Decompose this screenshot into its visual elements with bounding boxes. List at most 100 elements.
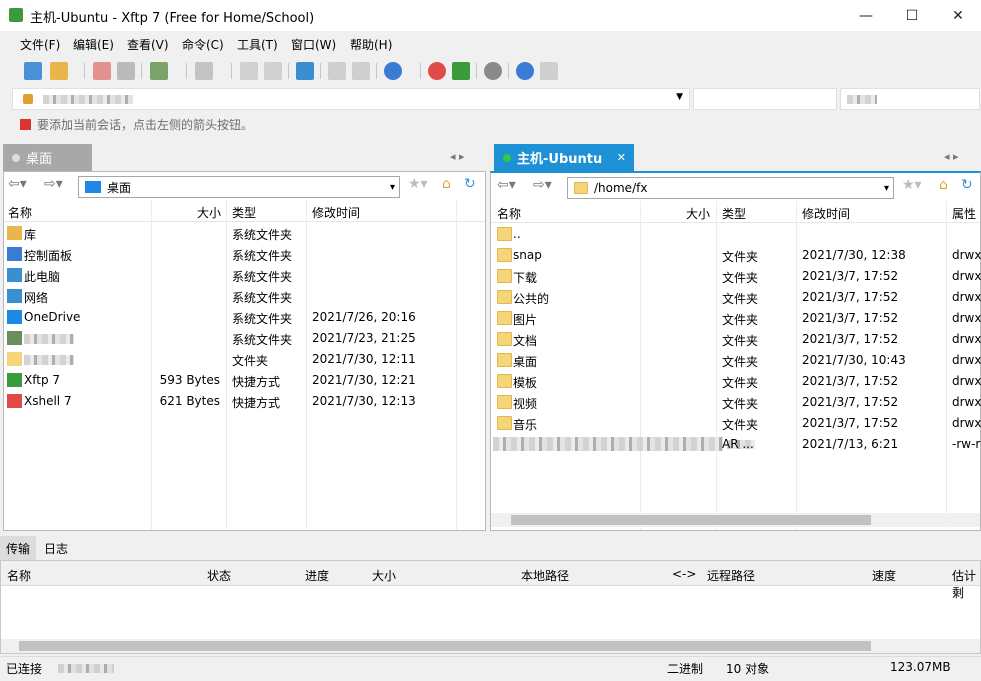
table-row[interactable]: 桌面 文件夹 2021/7/30, 10:43 drwx [491,350,981,371]
col-name[interactable]: 名称 [7,567,31,584]
scroll-thumb[interactable] [511,515,871,525]
col-status[interactable]: 状态 [207,567,231,584]
table-row[interactable]: OneDrive 系统文件夹 2021/7/26, 20:16 [4,307,485,328]
transfer-tabs: 传输 日志 [0,536,981,560]
table-row[interactable]: AR ... 2021/7/13, 6:21 -rw-r [491,434,980,455]
new-session-icon[interactable] [24,62,42,80]
menu-help[interactable]: 帮助(H) [350,36,392,53]
password-input[interactable] [840,88,980,110]
globe-icon[interactable] [384,62,402,80]
refresh-icon[interactable]: ↻ [961,177,973,193]
table-row[interactable]: .. [491,224,980,245]
chevron-down-icon[interactable]: ▾ [390,182,395,193]
file-type: 系统文件夹 [232,312,293,326]
table-row[interactable]: Xshell 7 621 Bytes 快捷方式 2021/7/30, 12:13 [4,391,485,412]
star-icon[interactable]: ★▾ [902,177,922,193]
refresh-icon[interactable]: ↻ [464,176,476,192]
copy-icon[interactable] [240,62,258,80]
file-attr: drwx [952,290,981,304]
disconnect-icon[interactable] [93,62,111,80]
close-button[interactable]: ✕ [935,0,981,31]
tab-log[interactable]: 日志 [38,536,74,560]
table-row[interactable]: 图片 文件夹 2021/3/7, 17:52 drwx [491,308,981,329]
tab-remote-ubuntu[interactable]: 主机-Ubuntu ✕ [494,144,634,171]
col-local-path[interactable]: 本地路径 [521,567,569,584]
col-type[interactable]: 类型 [232,204,256,221]
table-row[interactable]: 音乐 文件夹 2021/3/7, 17:52 drwx [491,413,981,434]
local-path-input[interactable]: 桌面 ▾ [78,176,400,198]
table-row[interactable]: 模板 文件夹 2021/3/7, 17:52 drwx [491,371,981,392]
col-name[interactable]: 名称 [8,204,32,221]
gear-icon[interactable] [484,62,502,80]
menu-view[interactable]: 查看(V) [127,36,169,53]
minimize-button[interactable]: — [843,0,889,31]
menu-file[interactable]: 文件(F) [20,36,60,53]
tab-nav-arrows[interactable]: ◂ ▸ [450,150,465,163]
terminal-icon[interactable] [195,62,213,80]
paste-icon[interactable] [264,62,282,80]
maximize-button[interactable]: ☐ [889,0,935,31]
chat-icon[interactable] [540,62,558,80]
xftp-icon[interactable] [452,62,470,80]
tab-close-icon[interactable]: ✕ [617,151,626,164]
tab-local-desktop[interactable]: 桌面 [3,144,92,171]
remote-horizontal-scrollbar[interactable] [491,513,980,527]
home-icon[interactable]: ⌂ [442,176,451,192]
table-row[interactable]: 网络 系统文件夹 [4,286,485,307]
reconnect-icon[interactable] [117,62,135,80]
table-row[interactable]: 此电脑 系统文件夹 [4,265,485,286]
sync-icon[interactable] [328,62,346,80]
transfer-icon[interactable] [296,62,314,80]
table-row[interactable]: 系统文件夹 2021/7/23, 21:25 [4,328,485,349]
scroll-thumb[interactable] [19,641,871,651]
star-icon[interactable]: ★▾ [408,176,428,192]
xshell-icon[interactable] [428,62,446,80]
compare-icon[interactable] [352,62,370,80]
menu-command[interactable]: 命令(C) [182,36,224,53]
col-attr[interactable]: 属性 [952,205,976,222]
file-type: 系统文件夹 [232,249,293,263]
col-size[interactable]: 大小 [372,567,396,584]
table-row[interactable]: 控制面板 系统文件夹 [4,244,485,265]
col-size[interactable]: 大小 [686,205,710,222]
table-row[interactable]: 文件夹 2021/7/30, 12:11 [4,349,485,370]
table-row[interactable]: snap 文件夹 2021/7/30, 12:38 drwx [491,245,981,266]
table-row[interactable]: 库 系统文件夹 [4,223,485,244]
forward-arrow-icon[interactable]: ⇨▾ [44,176,63,192]
table-row[interactable]: 文档 文件夹 2021/3/7, 17:52 drwx [491,329,981,350]
menu-tools[interactable]: 工具(T) [237,36,278,53]
file-mtime: 2021/7/13, 6:21 [802,437,899,451]
remote-path-input[interactable]: /home/fx ▾ [567,177,894,199]
chevron-down-icon[interactable]: ▼ [676,92,683,102]
help-icon[interactable] [516,62,534,80]
col-remote-path[interactable]: 远程路径 [707,567,755,584]
menu-window[interactable]: 窗口(W) [291,36,336,53]
col-mtime[interactable]: 修改时间 [312,204,360,221]
tab-transfer[interactable]: 传输 [0,536,37,560]
col-speed[interactable]: 速度 [872,567,896,584]
open-folder-icon[interactable] [50,62,68,80]
session-address-input[interactable]: ▼ [12,88,690,110]
col-progress[interactable]: 进度 [305,567,329,584]
computer-icon [7,268,22,282]
back-arrow-icon[interactable]: ⇦▾ [8,176,27,192]
table-row[interactable]: 下载 文件夹 2021/3/7, 17:52 drwx [491,266,981,287]
chevron-down-icon[interactable]: ▾ [884,183,889,194]
username-input[interactable] [693,88,837,110]
col-direction[interactable]: <-> [672,567,696,581]
table-row[interactable]: 公共的 文件夹 2021/3/7, 17:52 drwx [491,287,981,308]
tab-nav-arrows[interactable]: ◂ ▸ [944,150,959,163]
table-row[interactable]: Xftp 7 593 Bytes 快捷方式 2021/7/30, 12:21 [4,370,485,391]
back-arrow-icon[interactable]: ⇦▾ [497,177,516,193]
col-type[interactable]: 类型 [722,205,746,222]
col-mtime[interactable]: 修改时间 [802,205,850,222]
menu-edit[interactable]: 编辑(E) [73,36,114,53]
col-size[interactable]: 大小 [197,204,221,221]
table-row[interactable]: 视频 文件夹 2021/3/7, 17:52 drwx [491,392,981,413]
transfer-horizontal-scrollbar[interactable] [1,639,980,653]
home-icon[interactable]: ⌂ [939,177,948,193]
settings-icon[interactable] [150,62,168,80]
col-eta[interactable]: 估计剩 [952,567,980,601]
forward-arrow-icon[interactable]: ⇨▾ [533,177,552,193]
col-name[interactable]: 名称 [497,205,521,222]
